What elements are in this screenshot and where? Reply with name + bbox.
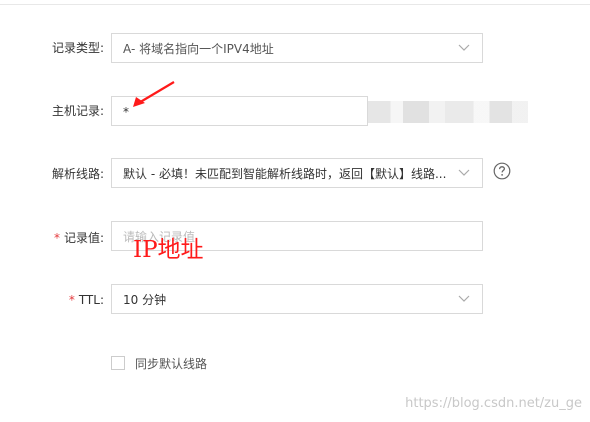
ttl-select[interactable]: 10 分钟 <box>111 284 483 314</box>
watermark: https://blog.csdn.net/zu_ge <box>405 396 582 411</box>
host-record-value: * <box>123 105 129 119</box>
record-type-select[interactable]: A- 将域名指向一个IPV4地址 <box>111 33 483 63</box>
chevron-down-icon <box>458 295 470 302</box>
resolution-line-label: 解析线路: <box>51 167 104 181</box>
ttl-value: 10 分钟 <box>123 293 167 307</box>
blurred-domain-suffix <box>368 101 528 123</box>
chevron-down-icon <box>458 44 470 51</box>
required-mark: * <box>68 293 75 307</box>
ip-address-annotation: IP地址 <box>133 237 204 263</box>
ttl-label: * TTL: <box>69 293 104 307</box>
top-divider <box>0 4 590 5</box>
record-type-value: A- 将域名指向一个IPV4地址 <box>123 42 274 56</box>
resolution-line-value: 默认 - 必填！未匹配到智能解析线路时，返回【默认】线路... <box>123 167 447 181</box>
chevron-down-icon <box>458 169 470 176</box>
sync-default-checkbox[interactable] <box>111 356 125 370</box>
sync-default-label[interactable]: 同步默认线路 <box>135 357 207 371</box>
red-arrow-icon <box>133 81 175 107</box>
resolution-line-select[interactable]: 默认 - 必填！未匹配到智能解析线路时，返回【默认】线路... <box>111 158 483 188</box>
record-value-label: * 记录值: <box>54 231 104 245</box>
ttl-label-text: TTL: <box>78 293 104 307</box>
required-mark: * <box>53 231 60 245</box>
record-type-label: 记录类型: <box>51 41 104 55</box>
record-value-label-text: 记录值: <box>63 231 104 245</box>
question-circle-icon[interactable] <box>493 162 511 180</box>
host-record-label: 主机记录: <box>51 104 104 118</box>
